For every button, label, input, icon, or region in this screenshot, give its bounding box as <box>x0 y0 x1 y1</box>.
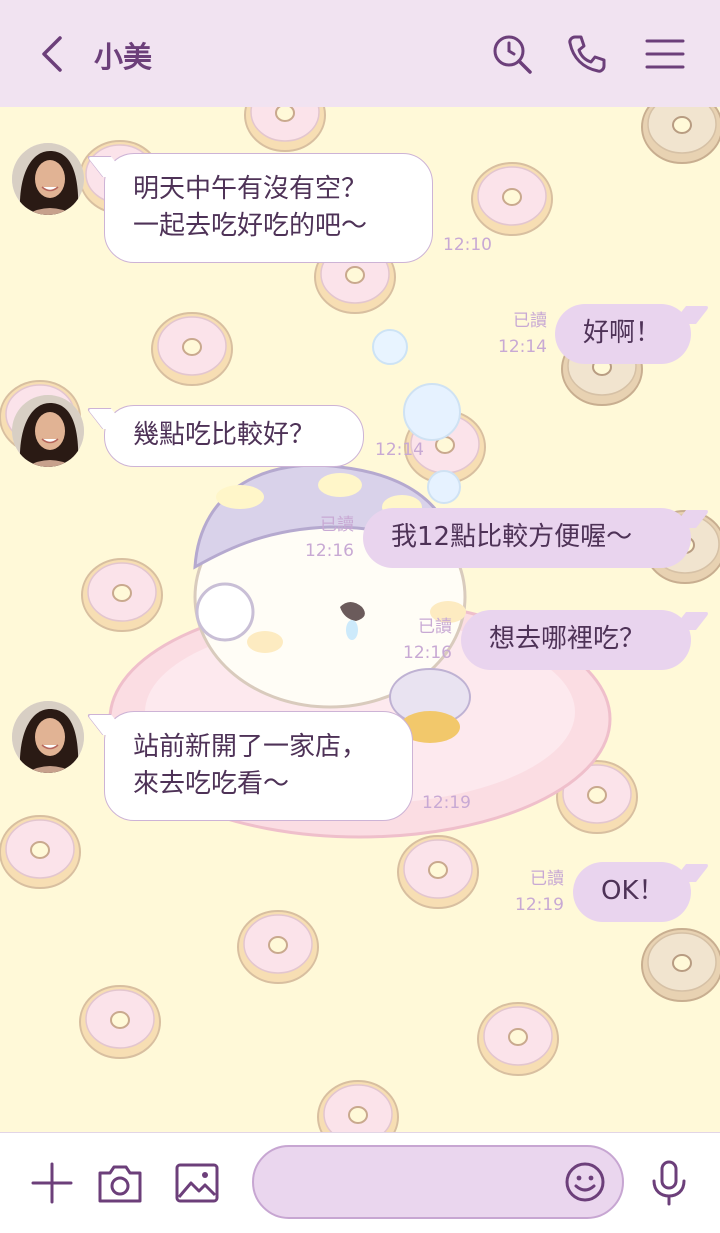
image-button[interactable] <box>173 1159 221 1207</box>
chat-header: 小美 <box>0 0 720 107</box>
read-receipt: 已讀 <box>418 617 452 637</box>
message-input-box[interactable] <box>252 1145 624 1219</box>
call-button[interactable] <box>565 32 609 76</box>
voice-button[interactable] <box>645 1159 693 1207</box>
message-time: 12:19 <box>515 895 564 915</box>
message-time: 12:16 <box>403 643 452 663</box>
message-time: 12:14 <box>498 337 547 357</box>
search-history-icon <box>493 35 532 74</box>
chat-title: 小美 <box>94 40 153 74</box>
message-bubble-sent[interactable]: OK！ <box>573 862 691 922</box>
read-receipt: 已讀 <box>513 311 547 331</box>
emoji-icon[interactable] <box>562 1159 608 1205</box>
read-receipt: 已讀 <box>530 869 564 889</box>
phone-icon <box>568 35 606 73</box>
camera-button[interactable] <box>96 1159 144 1207</box>
message-time: 12:19 <box>422 793 471 813</box>
contact-photo <box>12 395 84 467</box>
back-icon <box>42 36 62 72</box>
message-input[interactable] <box>274 1161 558 1205</box>
message-bubble-sent[interactable]: 我12點比較方便喔～ <box>363 508 691 568</box>
message-meta: 已讀 12:16 <box>400 614 452 666</box>
camera-icon <box>98 1165 142 1203</box>
back-button[interactable] <box>34 34 70 74</box>
plus-icon <box>31 1162 73 1204</box>
message-bubble-sent[interactable]: 想去哪裡吃？ <box>461 610 691 670</box>
image-icon <box>175 1163 219 1203</box>
search-history-button[interactable] <box>490 32 534 76</box>
contact-avatar[interactable] <box>12 143 84 215</box>
contact-avatar[interactable] <box>12 395 84 467</box>
message-bubble-received[interactable]: 站前新開了一家店， 來去吃吃看～ <box>104 711 413 821</box>
message-bubble-received[interactable]: 明天中午有沒有空？ 一起去吃好吃的吧～ <box>104 153 433 263</box>
message-time: 12:14 <box>375 440 424 460</box>
message-time: 12:16 <box>305 541 354 561</box>
message-bubble-sent[interactable]: 好啊！ <box>555 304 691 364</box>
message-time: 12:10 <box>443 235 492 255</box>
message-meta: 已讀 12:14 <box>495 308 547 360</box>
menu-button[interactable] <box>643 32 687 76</box>
message-bubble-received[interactable]: 幾點吃比較好？ <box>104 405 364 467</box>
contact-photo <box>12 143 84 215</box>
message-meta: 已讀 12:16 <box>302 512 354 564</box>
input-bar <box>0 1132 720 1233</box>
chat-area[interactable]: 明天中午有沒有空？ 一起去吃好吃的吧～ 12:10 已讀 12:14 好啊！ 幾… <box>0 107 720 1132</box>
contact-photo <box>12 701 84 773</box>
contact-avatar[interactable] <box>12 701 84 773</box>
add-button[interactable] <box>28 1159 76 1207</box>
message-meta: 已讀 12:19 <box>512 866 564 918</box>
menu-icon <box>645 39 685 69</box>
read-receipt: 已讀 <box>320 515 354 535</box>
microphone-icon <box>652 1160 686 1206</box>
